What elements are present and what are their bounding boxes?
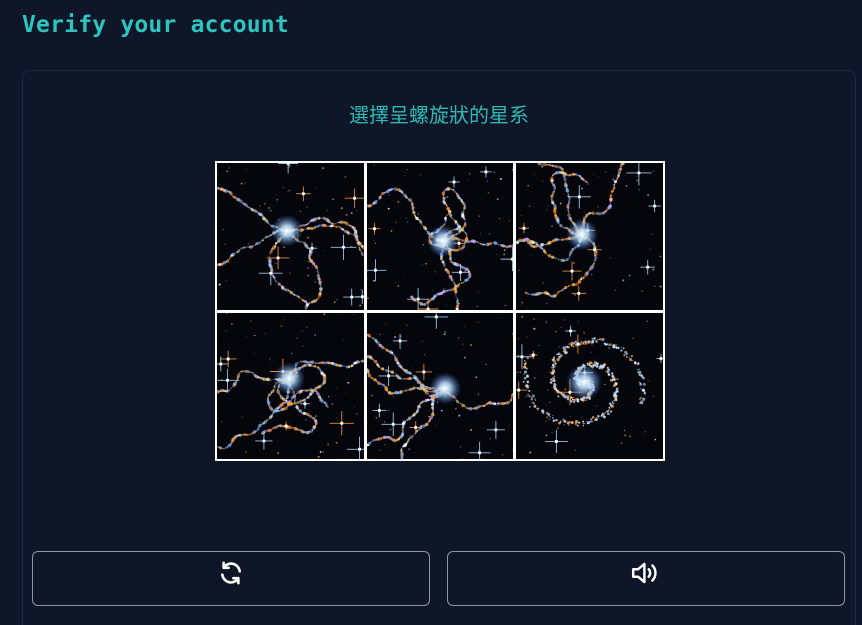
speaker-icon xyxy=(630,560,662,586)
captcha-tile-6[interactable] xyxy=(516,312,663,459)
galaxy-tile-icon xyxy=(217,163,364,310)
captcha-card: 選擇呈螺旋狀的星系 xyxy=(22,70,856,625)
galaxy-tile-icon xyxy=(366,163,514,310)
page-title: Verify your account xyxy=(22,12,289,38)
captcha-tile-2[interactable] xyxy=(366,163,514,310)
galaxy-tile-icon xyxy=(217,312,364,459)
audio-button[interactable] xyxy=(447,551,845,606)
refresh-icon xyxy=(218,560,244,586)
captcha-image-grid xyxy=(215,161,665,461)
captcha-tile-3[interactable] xyxy=(516,163,663,310)
galaxy-tile-icon xyxy=(516,163,663,310)
galaxy-tile-icon xyxy=(366,312,514,459)
captcha-tile-4[interactable] xyxy=(217,312,364,459)
spiral-galaxy-tile-icon xyxy=(516,312,663,459)
refresh-button[interactable] xyxy=(32,551,430,606)
captcha-tile-1[interactable] xyxy=(217,163,364,310)
captcha-tile-5[interactable] xyxy=(366,312,514,459)
captcha-prompt: 選擇呈螺旋狀的星系 xyxy=(349,103,529,127)
